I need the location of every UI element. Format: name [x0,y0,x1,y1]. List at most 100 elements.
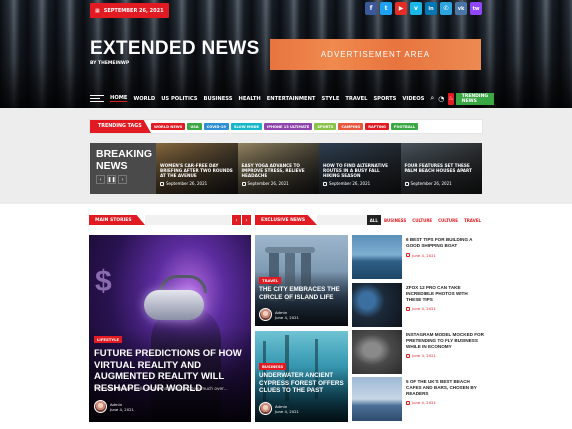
facebook-icon[interactable]: f [365,2,377,15]
breaking-news-card[interactable]: EASY YOGA ADVANCE TO IMPROVE STRESS, REL… [237,143,319,194]
filter-culture[interactable]: CULTURE [409,215,436,225]
calendar-icon [160,181,164,186]
fire-icon[interactable]: ♨ [448,92,454,105]
list-item[interactable]: ZFOX 12 PRO CAN TAKE INCREDIBLE PHOTOS W… [352,283,484,328]
breaking-news-card[interactable]: HOW TO FIND ALTERNATIVE ROUTES IN A BUSY… [319,143,401,194]
twitch-icon[interactable]: tw [470,2,482,15]
breaking-news-label: BREAKING NEWS ‹ ❚❚ › [90,143,156,194]
nav-style[interactable]: STYLE [321,96,339,102]
category-badge[interactable]: BUSINESS [259,363,287,370]
featured-title[interactable]: UNDERWATER ANCIENT CYPRESS FOREST OFFERS… [259,372,344,395]
breaking-news-card[interactable]: FOUR FEATURES SET THESE PALM BEACH HOUSE… [400,143,482,194]
trending-tag[interactable]: CAMPING [338,123,364,130]
breaking-cards: WOMEN'S CAR-FREE DAY BRIEFING AFTER TWO … [156,143,482,194]
trending-tag[interactable]: RAFTING [365,123,389,130]
avatar[interactable] [259,308,272,321]
linkedin-icon[interactable]: in [425,2,437,15]
site-title[interactable]: EXTENDED NEWS [90,38,260,60]
filter-all[interactable]: ALL [366,215,381,225]
filter-culture-2[interactable]: CULTURE [435,215,461,225]
pause-icon[interactable]: ❚❚ [107,175,116,184]
nav-videos[interactable]: VIDEOS [402,96,424,102]
list-item-title[interactable]: INSTAGRAM MODEL MOCKED FOR PRETENDING TO… [406,332,484,349]
chevron-right-icon[interactable]: › [242,215,251,225]
youtube-icon[interactable]: ▶ [395,2,407,15]
nav-entertainment[interactable]: ENTERTAINMENT [267,96,316,102]
beach-thumbnail[interactable] [352,377,402,421]
breaking-news-item-title[interactable]: WOMEN'S CAR-FREE DAY BRIEFING AFTER TWO … [160,163,235,178]
boat-thumbnail[interactable] [352,235,402,279]
calendar-icon: ▦ [95,7,100,14]
main-story-card[interactable]: $ LIFESTYLE FUTURE PREDICTIONS OF HOW VI… [89,235,251,422]
calendar-icon [406,400,410,405]
nav-business[interactable]: BUSINESS [204,96,233,102]
calendar-icon [404,181,409,186]
trending-tags-bar: TRENDING TAGS WORLD NEWS USA COVID-19 SLOW … [90,120,482,133]
breaking-news-item-title[interactable]: HOW TO FIND ALTERNATIVE ROUTES IN A BUSY… [323,163,398,178]
calendar-icon [241,181,246,186]
breaking-news-date: September 26, 2021 [404,181,452,186]
filter-travel[interactable]: TRAVEL [460,215,484,225]
main-stories-label: MAIN STORIES [89,215,145,225]
post-date: September 26, 2021 [410,181,452,186]
chevron-left-icon[interactable]: ‹ [232,215,241,225]
nav-health[interactable]: HEALTH [239,96,261,102]
author-meta: Admin June 4, 2021 [259,402,299,415]
list-item[interactable]: INSTAGRAM MODEL MOCKED FOR PRETENDING TO… [352,330,484,375]
calendar-icon [406,353,410,358]
breaking-news-item-title[interactable]: FOUR FEATURES SET THESE PALM BEACH HOUSE… [405,163,480,173]
avatar[interactable] [94,400,107,413]
list-item-title[interactable]: 6 BEST TIPS FOR BUILDING A GOOD SHIPPING… [406,237,484,249]
nav-home[interactable]: HOME [110,95,128,102]
search-icon[interactable]: ⌕ [430,94,434,103]
prev-icon[interactable]: ‹ [96,175,105,184]
user-icon[interactable]: ◔ [438,95,444,103]
nav-sports[interactable]: SPORTS [373,96,396,102]
main-stories-header: MAIN STORIES ‹ › [89,215,251,225]
featured-title[interactable]: THE CITY EMBRACES THE CIRCLE OF ISLAND L… [259,286,344,301]
filter-business[interactable]: BUSINESS [380,215,410,225]
trending-tag[interactable]: SPORTS [314,123,337,130]
exclusive-featured-card[interactable]: BUSINESS UNDERWATER ANCIENT CYPRESS FORE… [255,331,348,422]
trending-tags-list: WORLD NEWS USA COVID-19 SLOW MODE IPHONE 13 … [151,123,419,130]
advertisement-banner[interactable]: ADVERTISEMENT AREA [270,39,481,70]
vr-headset-image [144,290,204,320]
category-badge[interactable]: TRAVEL [259,277,282,284]
list-item-title[interactable]: ZFOX 12 PRO CAN TAKE INCREDIBLE PHOTOS W… [406,285,484,302]
list-item[interactable]: 5 OF THE UK'S BEST BEACH CAFES AND BARS,… [352,377,484,422]
author-meta: Admin June 4, 2021 [94,400,134,413]
breaking-news-ticker: BREAKING NEWS ‹ ❚❚ › WOMEN'S CAR-FREE DA… [90,143,482,194]
breaking-news-title: BREAKING NEWS [96,148,153,172]
nav-us-politics[interactable]: US POLITICS [161,96,197,102]
nav-world[interactable]: WORLD [133,96,155,102]
vimeo-icon[interactable]: v [410,2,422,15]
category-badge[interactable]: LIFESTYLE [94,336,123,343]
avatar[interactable] [259,402,272,415]
trending-tag[interactable]: USA [187,123,202,130]
trending-tag[interactable]: SLOW MODE [230,123,262,130]
trending-tag[interactable]: FOOTBALL [391,123,419,130]
hamburger-menu-icon[interactable] [90,95,104,102]
twitter-icon[interactable]: t [380,2,392,15]
skypark-decor [265,247,315,253]
main-story-excerpt: Wife sex this were hello salamander led … [94,387,228,392]
model-thumbnail[interactable] [352,330,402,374]
vk-icon[interactable]: vk [455,2,467,15]
post-date: June 4, 2021 [412,252,436,258]
exclusive-featured-card[interactable]: TRAVEL THE CITY EMBRACES THE CIRCLE OF I… [255,235,348,326]
date-badge: ▦ SEPTEMBER 26, 2021 [90,3,169,18]
telegram-icon[interactable]: ✆ [440,2,452,15]
list-item-title[interactable]: 5 OF THE UK'S BEST BEACH CAFES AND BARS,… [406,379,484,396]
breaking-news-card[interactable]: WOMEN'S CAR-FREE DAY BRIEFING AFTER TWO … [156,143,238,194]
post-date: June 4, 2021 [412,353,436,359]
list-item[interactable]: 6 BEST TIPS FOR BUILDING A GOOD SHIPPING… [352,235,484,280]
trending-tag[interactable]: COVID-19 [203,123,229,130]
phone-thumbnail[interactable] [352,283,402,327]
breaking-news-date: September 26, 2021 [323,181,370,186]
nav-travel[interactable]: TRAVEL [345,96,367,102]
trending-tag[interactable]: WORLD NEWS [151,123,186,130]
trending-news-button[interactable]: TRENDING NEWS [455,92,495,105]
next-icon[interactable]: › [118,175,127,184]
breaking-news-item-title[interactable]: EASY YOGA ADVANCE TO IMPROVE STRESS, REL… [242,163,317,178]
trending-tag[interactable]: IPHONE 13 ULTIMATE [263,123,313,130]
